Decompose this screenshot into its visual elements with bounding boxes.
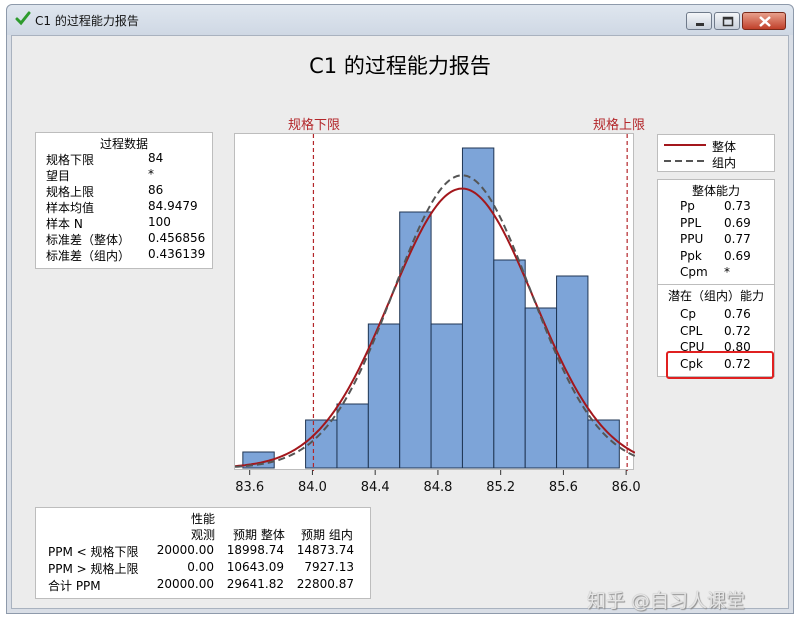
overall-capability-value: 0.73 xyxy=(724,199,751,213)
performance-title: 性能 xyxy=(191,512,216,526)
histogram-bar xyxy=(556,275,589,469)
report-window: C1 的过程能力报告 C1 的过程能力报告 过程数据 规格下限 84 望目 * 规格上限… xyxy=(6,4,794,614)
report-content: C1 的过程能力报告 过程数据 规格下限 84 望目 * 规格上限 86 样本均值 84.94… xyxy=(11,35,789,612)
overall-capability-title: 整体能力 xyxy=(691,184,740,198)
performance-panel: 性能 观测 预期 整体 预期 组内 PPM < 规格下限 20000.00 1899… xyxy=(35,507,371,599)
histogram-bar xyxy=(336,403,369,469)
overall-capability-value: 0.77 xyxy=(724,232,751,246)
performance-row-label: 合计 PPM xyxy=(48,579,101,593)
x-tick-label: 84.8 xyxy=(423,480,452,495)
process-data-label: 样本 N xyxy=(46,217,83,231)
x-tick-label: 83.6 xyxy=(235,480,264,495)
usl-label: 规格上限 xyxy=(593,118,646,133)
legend-panel: 整体 组内 xyxy=(657,134,775,172)
lsl-label: 规格下限 xyxy=(288,118,341,133)
histogram-bar xyxy=(524,307,558,469)
legend-lines xyxy=(664,144,706,162)
performance-value-overall: 18998.74 xyxy=(226,543,284,557)
process-data-label: 标准差（组内） xyxy=(46,249,131,263)
performance-row-label: PPM > 规格上限 xyxy=(48,562,139,576)
histogram-chart xyxy=(234,134,636,471)
process-data-value: 84.9479 xyxy=(148,199,198,213)
performance-value-within: 14873.74 xyxy=(296,543,354,557)
overall-capability-label: Ppk xyxy=(680,248,702,263)
close-icon xyxy=(759,16,771,27)
x-tick-label: 85.6 xyxy=(549,480,578,495)
histogram-bar xyxy=(430,323,463,469)
overall-capability-label: PPL xyxy=(680,215,702,230)
watermark: 知乎 @自习人课堂 xyxy=(587,590,746,612)
histogram-bar xyxy=(493,259,526,469)
overall-capability-value: 0.69 xyxy=(724,215,751,230)
checkmark-icon xyxy=(15,11,31,26)
process-data-label: 样本均值 xyxy=(46,201,95,215)
legend-within-label: 组内 xyxy=(712,156,737,170)
performance-row-label: PPM < 规格下限 xyxy=(48,545,139,559)
x-tick-label: 86.0 xyxy=(612,480,641,495)
minimize-icon xyxy=(696,23,704,26)
overall-capability-label: PPU xyxy=(680,232,704,246)
performance-value-within: 22800.87 xyxy=(296,577,354,591)
potential-capability-label: Cp xyxy=(680,307,696,321)
x-tick-label: 84.0 xyxy=(298,480,327,495)
performance-value-observed: 0.00 xyxy=(187,560,214,574)
capability-divider xyxy=(658,284,774,285)
window-title: C1 的过程能力报告 xyxy=(35,14,139,28)
process-data-label: 规格上限 xyxy=(46,185,95,199)
x-tick-label: 85.2 xyxy=(486,480,515,495)
histogram-bar xyxy=(367,323,401,469)
performance-header-observed: 观测 xyxy=(191,528,216,542)
report-title: C1 的过程能力报告 xyxy=(309,54,491,78)
process-data-label: 标准差（整体） xyxy=(46,233,131,247)
process-data-value: 0.456856 xyxy=(148,231,206,245)
performance-value-overall: 29641.82 xyxy=(226,577,284,591)
histogram-bar xyxy=(399,211,432,469)
overall-capability-label: Cpm xyxy=(680,265,708,279)
potential-capability-value: 0.72 xyxy=(724,323,751,338)
performance-value-within: 7927.13 xyxy=(304,560,354,574)
process-data-value: 0.436139 xyxy=(148,247,206,261)
histogram-plot xyxy=(234,133,636,471)
performance-header-within: 预期 组内 xyxy=(301,528,353,542)
x-axis: 83.6 84.0 84.4 84.8 85.2 85.6 86.0 xyxy=(235,470,641,495)
minimize-button[interactable] xyxy=(686,12,712,30)
performance-value-observed: 20000.00 xyxy=(156,577,214,591)
performance-header-overall: 预期 整体 xyxy=(233,528,285,542)
x-tick-label: 84.4 xyxy=(361,480,390,495)
process-data-label: 望目 xyxy=(46,169,71,183)
title-bar[interactable]: C1 的过程能力报告 xyxy=(7,5,793,35)
overall-capability-value: 0.69 xyxy=(724,248,751,263)
cpk-highlight xyxy=(666,351,774,379)
performance-value-overall: 10643.09 xyxy=(226,560,284,574)
process-data-panel: 过程数据 规格下限 84 望目 * 规格上限 86 样本均值 84.9479 样本 N 100 标准… xyxy=(35,132,213,269)
potential-capability-title: 潜在（组内）能力 xyxy=(667,289,764,303)
maximize-button[interactable] xyxy=(714,12,740,30)
process-data-value: 86 xyxy=(148,183,164,197)
overall-capability-label: Pp xyxy=(680,199,695,213)
process-data-value: 84 xyxy=(148,151,164,165)
process-data-title: 过程数据 xyxy=(99,137,148,151)
capability-panel: 整体能力 Pp 0.73 PPL 0.69 PPU 0.77 Ppk 0.69 Cpm * 潜在（… xyxy=(657,179,775,377)
potential-capability-label: CPL xyxy=(680,323,703,338)
maximize-icon xyxy=(722,16,734,27)
process-data-value: * xyxy=(148,167,154,181)
process-data-label: 规格下限 xyxy=(46,153,95,167)
potential-capability-value: 0.76 xyxy=(724,307,751,321)
close-button[interactable] xyxy=(742,12,786,30)
process-data-value: 100 xyxy=(148,215,171,229)
performance-value-observed: 20000.00 xyxy=(156,543,214,557)
overall-capability-value: * xyxy=(724,265,730,279)
legend-overall-label: 整体 xyxy=(712,140,737,154)
